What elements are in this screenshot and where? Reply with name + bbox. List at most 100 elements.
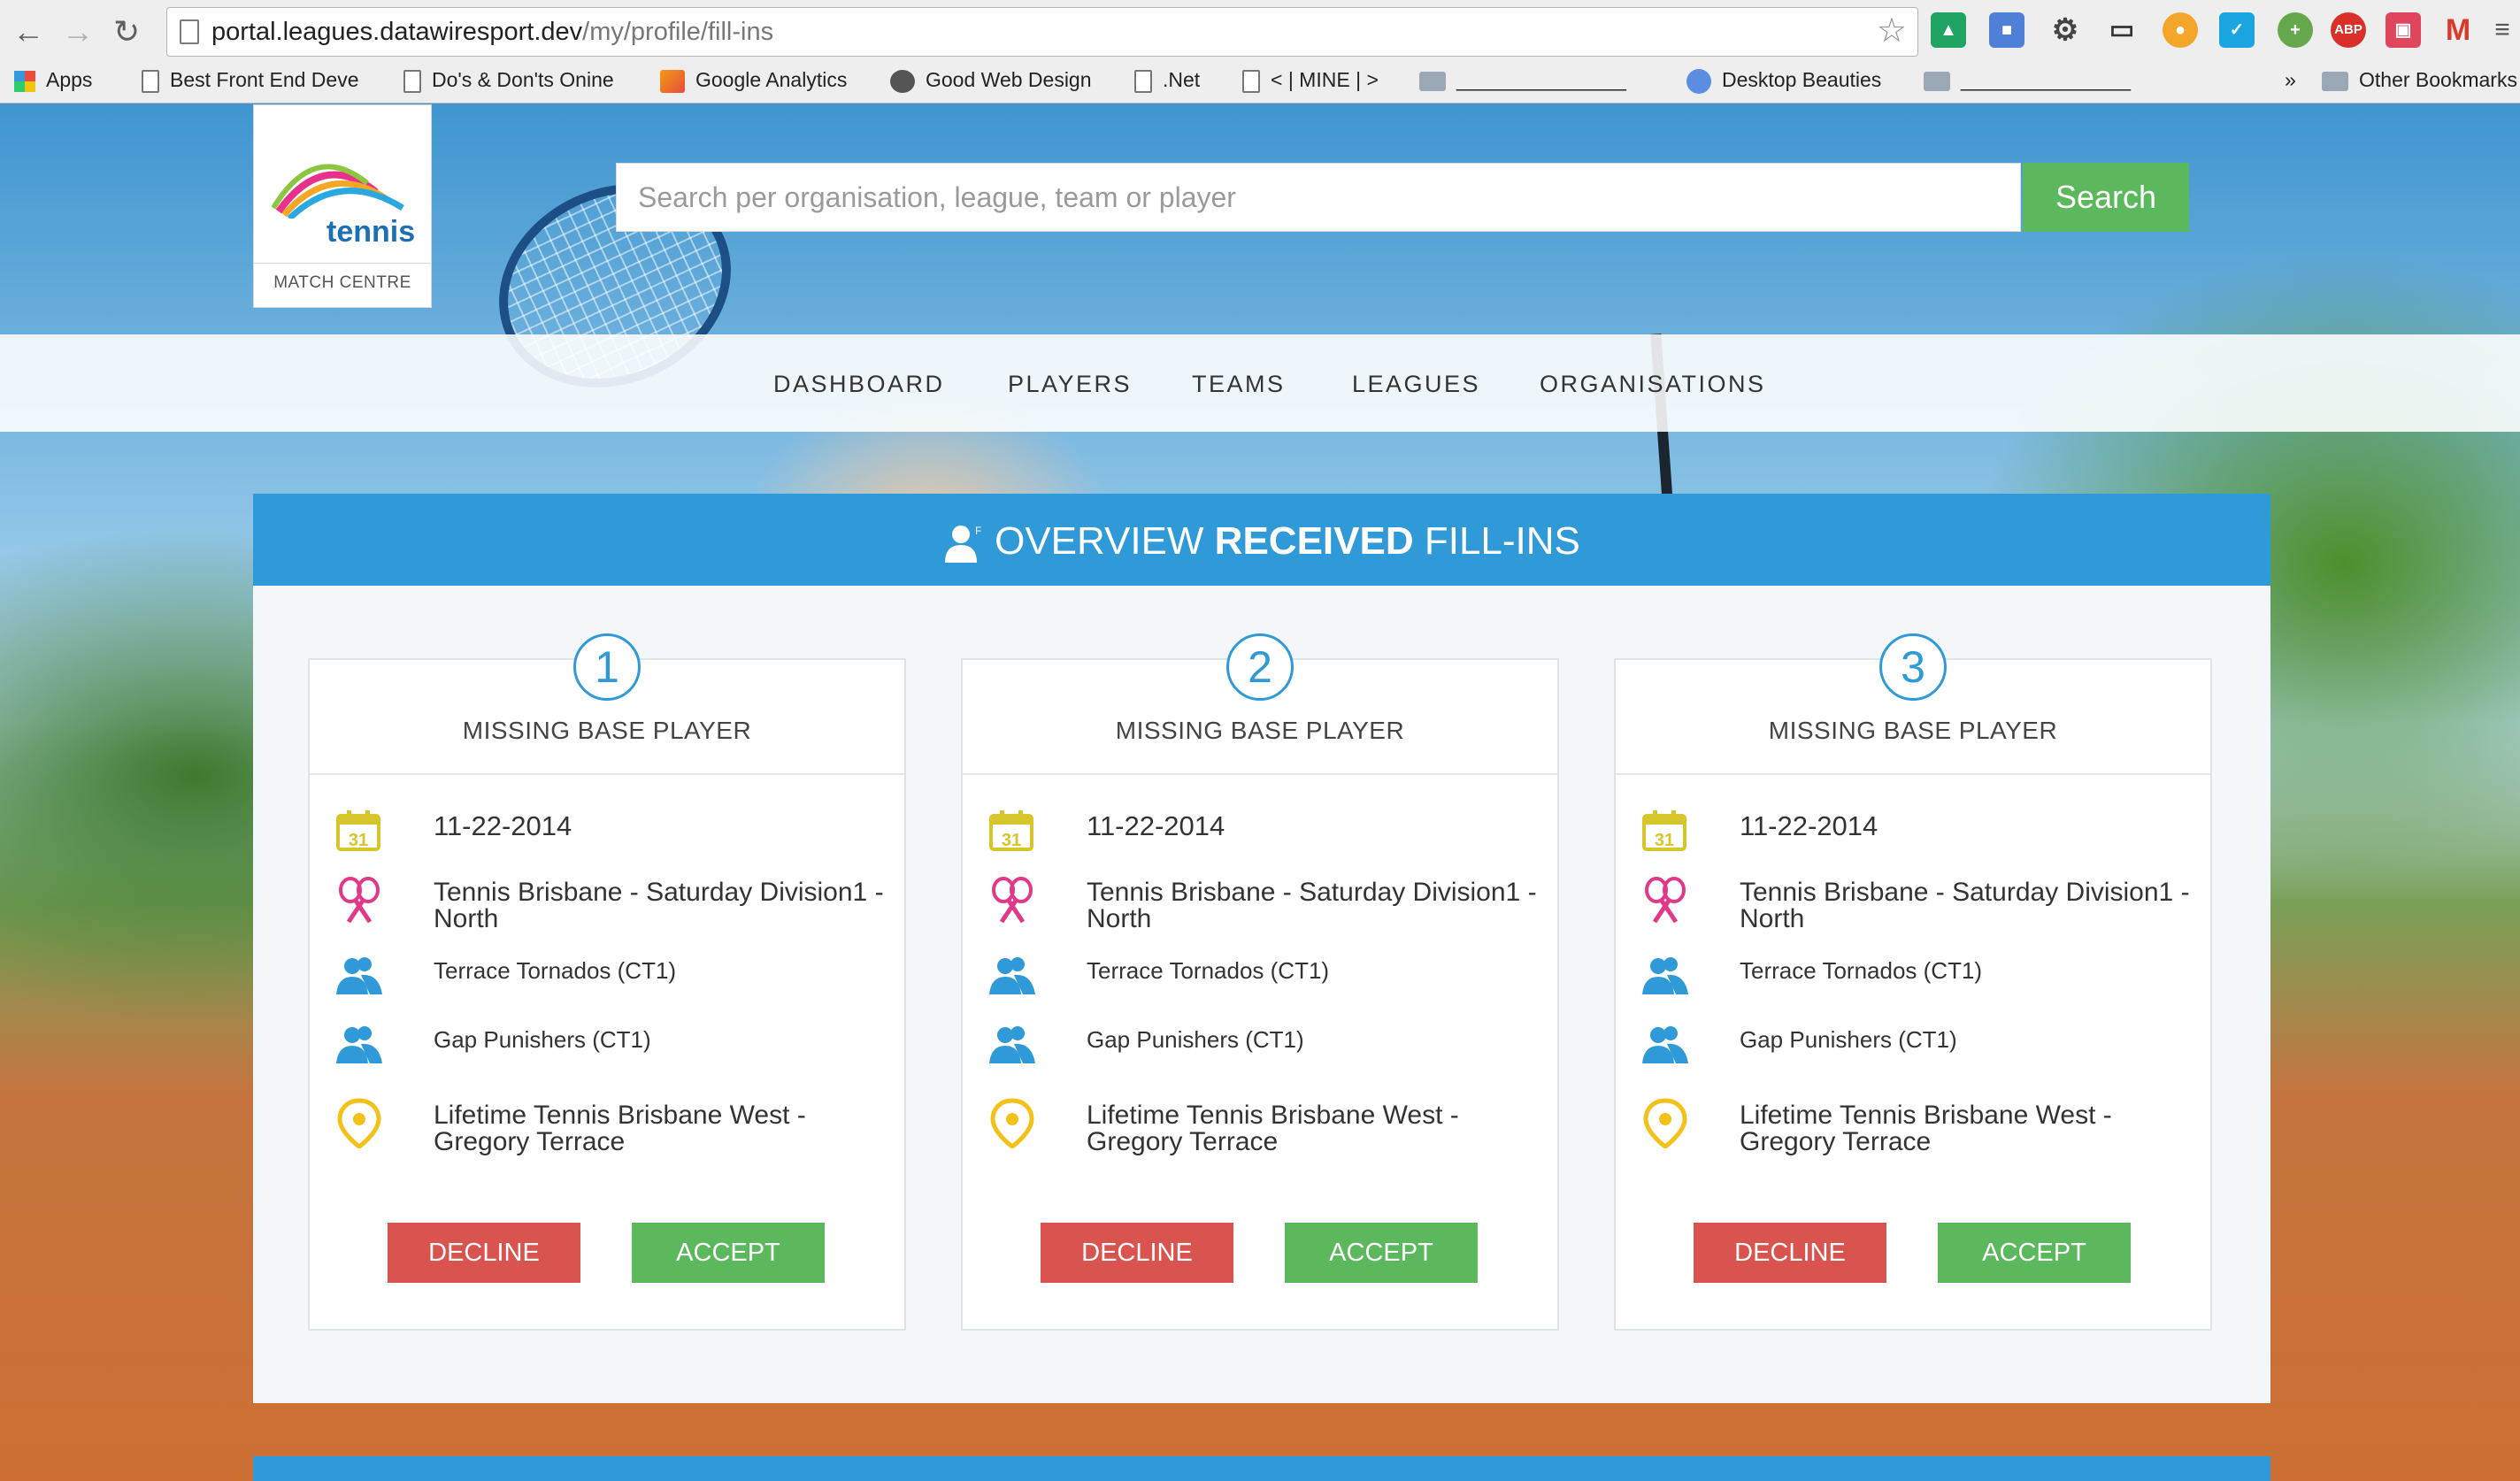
calendar-icon: 31 [1642,810,1686,851]
card-divider [963,773,1557,775]
rackets-icon [992,877,1033,924]
check-icon[interactable]: ✓ [2219,12,2255,48]
svg-text:31: 31 [1655,831,1674,850]
adblock-icon[interactable]: ABP [2331,12,2366,48]
cast-icon[interactable]: ▭ [2104,12,2140,48]
card-league: Tennis Brisbane - Saturday Division1 - N… [434,878,884,933]
card-date: 11-22-2014 [1740,810,1878,841]
rackets-icon [339,877,380,924]
bookmark-item[interactable]: Do's & Don'ts Onine [403,64,614,96]
card-team-away: Gap Punishers (CT1) [1087,1026,1304,1053]
site-logo[interactable]: tennis MATCH CENTRE [253,104,432,308]
page-icon [142,69,159,93]
folder-icon [1924,71,1950,91]
url-text[interactable]: portal.leagues.datawiresport.dev/my/prof… [211,15,773,49]
menu-icon[interactable]: ≡ [2485,12,2520,48]
search-button[interactable]: Search [2023,163,2189,232]
card-venue: Lifetime Tennis Brisbane West - Gregory … [1740,1101,2112,1156]
card-divider [1616,773,2210,775]
card-divider [310,773,904,775]
card-title: MISSING BASE PLAYER [1768,717,2058,744]
bookmark-item[interactable]: Best Front End Deve [142,64,359,96]
card-number: 1 [573,633,641,701]
bookmark-folder[interactable]: _______________ [1924,64,2131,96]
logo-subtitle: MATCH CENTRE [273,273,411,292]
next-panel-header [253,1456,2270,1481]
bookmark-folder-other[interactable]: Other Bookmarks [2322,64,2517,96]
reload-icon[interactable]: ↻ [113,12,140,51]
nav-organisations[interactable]: ORGANISATIONS [1540,366,1766,402]
search-input[interactable] [616,163,2021,232]
bookmark-apps[interactable]: Apps [14,64,92,96]
team-icon [1642,1026,1688,1063]
nav-dashboard[interactable]: DASHBOARD [773,366,945,402]
user-icon: F [945,525,981,564]
nav-leagues[interactable]: LEAGUES [1352,366,1480,402]
bookmark-star-icon[interactable]: ☆ [1877,13,1907,49]
fill-in-card: 3 MISSING BASE PLAYER 31 11-22-2014 Tenn… [1614,633,2212,1331]
bookmarks-overflow[interactable]: » [2285,64,2296,96]
svg-text:31: 31 [1002,831,1021,850]
card-team-home: Terrace Tornados (CT1) [434,957,677,984]
main-nav: DASHBOARD PLAYERS TEAMS LEAGUES ORGANISA… [0,334,2520,432]
screenshot-icon[interactable]: ▣ [2386,12,2421,48]
bookmarks-bar: Apps Best Front End Deve Do's & Don'ts O… [0,60,2520,101]
team-icon [1642,957,1688,994]
decline-button[interactable]: DECLINE [1694,1223,1886,1283]
extension-icon[interactable]: ■ [1989,12,2024,48]
calendar-icon: 31 [336,810,380,851]
color-wheel-icon[interactable]: ● [2163,12,2198,48]
card-league: Tennis Brisbane - Saturday Division1 - N… [1087,878,1537,933]
bookmark-item[interactable]: < | MINE | > [1242,64,1379,96]
calendar-icon: 31 [989,810,1033,851]
panel-title: F OVERVIEW RECEIVED FILL-INS [253,518,2270,564]
bookmark-folder[interactable]: _______________ [1419,64,1626,96]
card-title: MISSING BASE PLAYER [1115,717,1405,744]
logo-divider [254,263,431,264]
card-team-home: Terrace Tornados (CT1) [1087,957,1330,984]
accept-button[interactable]: ACCEPT [1938,1223,2131,1283]
card-venue: Lifetime Tennis Brisbane West - Gregory … [434,1101,806,1156]
nav-teams[interactable]: TEAMS [1192,366,1286,402]
card-team-away: Gap Punishers (CT1) [434,1026,651,1053]
gwd-icon [890,69,915,93]
logo-word: tennis [327,215,416,249]
accept-button[interactable]: ACCEPT [1285,1223,1478,1283]
globe-icon [1686,68,1711,94]
drive-icon[interactable]: ▲ [1931,12,1966,48]
tennis-logo-icon [271,164,404,219]
address-bar[interactable]: portal.leagues.datawiresport.dev/my/prof… [166,7,1918,57]
page-icon [1242,69,1260,93]
card-number: 2 [1226,633,1294,701]
svg-text:31: 31 [349,831,368,850]
analytics-icon [660,69,685,93]
bookmark-item[interactable]: Google Analytics [660,64,847,96]
apps-icon [14,70,35,92]
card-date: 11-22-2014 [1087,810,1225,841]
rackets-icon [1645,877,1686,924]
fill-in-card: 1 MISSING BASE PLAYER 31 11-22-2014 Tenn… [308,633,906,1331]
location-pin-icon [990,1098,1034,1148]
card-date: 11-22-2014 [434,810,572,841]
globe-plus-icon[interactable]: + [2278,12,2313,48]
team-icon [336,957,382,994]
gmail-icon[interactable]: M [2440,12,2476,48]
page-icon [180,19,199,44]
page-icon [403,69,421,93]
card-team-home: Terrace Tornados (CT1) [1740,957,1983,984]
page-icon [1134,69,1152,93]
nav-players[interactable]: PLAYERS [1008,366,1132,402]
browser-chrome: ← → ↻ portal.leagues.datawiresport.dev/m… [0,0,2520,104]
accept-button[interactable]: ACCEPT [632,1223,825,1283]
team-icon [989,957,1035,994]
bookmark-item[interactable]: Good Web Design [890,64,1092,96]
fill-ins-panel-header: F OVERVIEW RECEIVED FILL-INS [253,494,2270,586]
decline-button[interactable]: DECLINE [388,1223,580,1283]
gear-icon[interactable]: ⚙ [2048,12,2083,48]
bookmark-item[interactable]: Desktop Beauties [1686,64,1881,96]
decline-button[interactable]: DECLINE [1041,1223,1233,1283]
card-league: Tennis Brisbane - Saturday Division1 - N… [1740,878,2190,933]
back-icon[interactable]: ← [12,12,44,51]
forward-icon[interactable]: → [62,12,94,51]
bookmark-item[interactable]: .Net [1134,64,1200,96]
